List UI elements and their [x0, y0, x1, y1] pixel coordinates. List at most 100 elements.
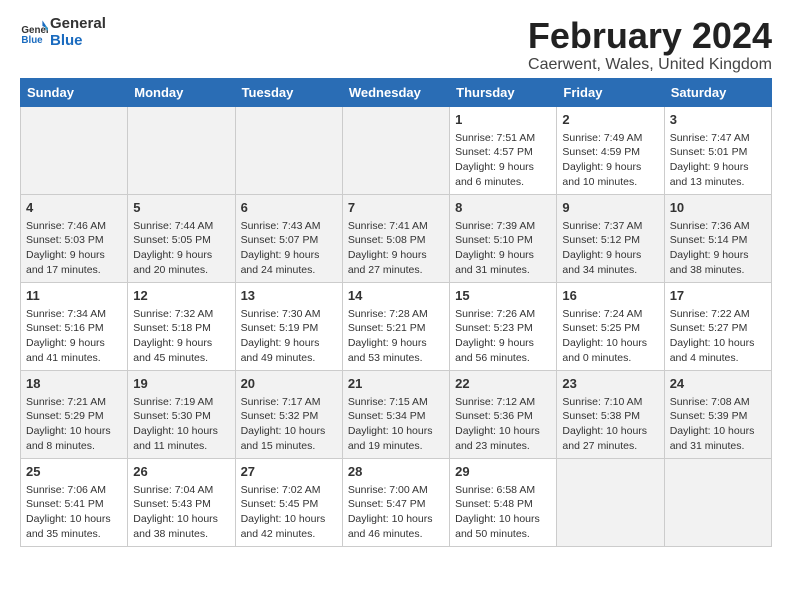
weekday-header-saturday: Saturday	[664, 78, 771, 106]
day-info: Sunset: 5:34 PM	[348, 409, 444, 424]
calendar-cell: 29Sunrise: 6:58 AMSunset: 5:48 PMDayligh…	[450, 458, 557, 546]
day-info: Sunset: 5:14 PM	[670, 233, 766, 248]
day-info: Sunrise: 7:51 AM	[455, 131, 551, 146]
day-info: Sunset: 5:07 PM	[241, 233, 337, 248]
svg-text:Blue: Blue	[21, 34, 43, 45]
day-info: and 41 minutes.	[26, 351, 122, 366]
day-info: Daylight: 9 hours	[133, 336, 229, 351]
day-info: and 13 minutes.	[670, 175, 766, 190]
day-info: Sunrise: 7:08 AM	[670, 395, 766, 410]
day-info: Sunrise: 7:17 AM	[241, 395, 337, 410]
weekday-header-thursday: Thursday	[450, 78, 557, 106]
calendar-cell: 27Sunrise: 7:02 AMSunset: 5:45 PMDayligh…	[235, 458, 342, 546]
day-number: 24	[670, 375, 766, 393]
page-title: February 2024	[528, 16, 772, 56]
day-number: 7	[348, 199, 444, 217]
day-number: 23	[562, 375, 658, 393]
calendar-week-2: 4Sunrise: 7:46 AMSunset: 5:03 PMDaylight…	[21, 194, 772, 282]
day-info: Daylight: 9 hours	[241, 336, 337, 351]
day-info: Sunrise: 7:34 AM	[26, 307, 122, 322]
day-info: Sunset: 5:30 PM	[133, 409, 229, 424]
day-info: Daylight: 10 hours	[670, 424, 766, 439]
day-info: and 15 minutes.	[241, 439, 337, 454]
day-info: Sunset: 5:29 PM	[26, 409, 122, 424]
day-number: 2	[562, 111, 658, 129]
day-info: Sunrise: 7:12 AM	[455, 395, 551, 410]
calendar-week-1: 1Sunrise: 7:51 AMSunset: 4:57 PMDaylight…	[21, 106, 772, 194]
day-info: Sunrise: 7:19 AM	[133, 395, 229, 410]
day-info: Sunset: 5:19 PM	[241, 321, 337, 336]
day-info: Daylight: 10 hours	[348, 424, 444, 439]
day-info: Daylight: 10 hours	[241, 424, 337, 439]
calendar-cell: 3Sunrise: 7:47 AMSunset: 5:01 PMDaylight…	[664, 106, 771, 194]
day-info: Daylight: 10 hours	[562, 336, 658, 351]
day-info: Sunset: 5:01 PM	[670, 145, 766, 160]
day-info: Sunset: 5:45 PM	[241, 497, 337, 512]
day-info: Sunset: 5:41 PM	[26, 497, 122, 512]
day-info: Sunrise: 7:22 AM	[670, 307, 766, 322]
day-info: Sunset: 5:27 PM	[670, 321, 766, 336]
calendar-cell: 7Sunrise: 7:41 AMSunset: 5:08 PMDaylight…	[342, 194, 449, 282]
calendar-cell: 24 Sunrise: 7:08 AMSunset: 5:39 PMDayligh…	[664, 370, 771, 458]
day-info: Daylight: 9 hours	[455, 160, 551, 175]
day-info: Daylight: 9 hours	[562, 248, 658, 263]
calendar-cell: 12Sunrise: 7:32 AMSunset: 5:18 PMDayligh…	[128, 282, 235, 370]
calendar-cell: 11Sunrise: 7:34 AMSunset: 5:16 PMDayligh…	[21, 282, 128, 370]
day-number: 1	[455, 111, 551, 129]
day-info: Daylight: 10 hours	[455, 512, 551, 527]
day-info: and 35 minutes.	[26, 527, 122, 542]
calendar-cell: 26Sunrise: 7:04 AMSunset: 5:43 PMDayligh…	[128, 458, 235, 546]
day-info: Sunset: 5:38 PM	[562, 409, 658, 424]
day-info: Daylight: 9 hours	[562, 160, 658, 175]
day-info: Sunrise: 7:24 AM	[562, 307, 658, 322]
calendar-cell	[342, 106, 449, 194]
day-info: and 31 minutes.	[455, 263, 551, 278]
day-info: and 50 minutes.	[455, 527, 551, 542]
day-info: and 8 minutes.	[26, 439, 122, 454]
day-number: 15	[455, 287, 551, 305]
day-number: 8	[455, 199, 551, 217]
day-info: Sunset: 5:25 PM	[562, 321, 658, 336]
calendar-cell: 23Sunrise: 7:10 AMSunset: 5:38 PMDayligh…	[557, 370, 664, 458]
day-info: Sunrise: 7:06 AM	[26, 483, 122, 498]
day-info: Sunrise: 7:26 AM	[455, 307, 551, 322]
day-info: and 10 minutes.	[562, 175, 658, 190]
day-info: Daylight: 9 hours	[133, 248, 229, 263]
day-info: and 56 minutes.	[455, 351, 551, 366]
day-number: 4	[26, 199, 122, 217]
day-number: 18	[26, 375, 122, 393]
weekday-header-friday: Friday	[557, 78, 664, 106]
day-number: 12	[133, 287, 229, 305]
day-info: Sunset: 5:08 PM	[348, 233, 444, 248]
day-info: and 23 minutes.	[455, 439, 551, 454]
page: General Blue General Blue February 2024 …	[0, 0, 792, 563]
day-info: and 19 minutes.	[348, 439, 444, 454]
day-info: Sunrise: 7:32 AM	[133, 307, 229, 322]
calendar-cell: 16Sunrise: 7:24 AMSunset: 5:25 PMDayligh…	[557, 282, 664, 370]
calendar-cell: 10Sunrise: 7:36 AMSunset: 5:14 PMDayligh…	[664, 194, 771, 282]
day-info: Sunset: 5:03 PM	[26, 233, 122, 248]
day-number: 25	[26, 463, 122, 481]
day-info: Sunrise: 7:15 AM	[348, 395, 444, 410]
day-info: Daylight: 9 hours	[670, 248, 766, 263]
day-info: Sunset: 5:23 PM	[455, 321, 551, 336]
day-info: and 0 minutes.	[562, 351, 658, 366]
day-info: Daylight: 9 hours	[241, 248, 337, 263]
day-info: Sunrise: 7:44 AM	[133, 219, 229, 234]
calendar-cell	[557, 458, 664, 546]
day-info: Sunset: 5:43 PM	[133, 497, 229, 512]
day-info: Daylight: 10 hours	[133, 424, 229, 439]
day-info: Sunrise: 7:47 AM	[670, 131, 766, 146]
day-info: and 46 minutes.	[348, 527, 444, 542]
day-number: 6	[241, 199, 337, 217]
logo-blue: Blue	[50, 33, 106, 50]
day-info: Sunrise: 6:58 AM	[455, 483, 551, 498]
day-info: Daylight: 10 hours	[26, 424, 122, 439]
day-info: Daylight: 9 hours	[26, 248, 122, 263]
calendar-cell: 20Sunrise: 7:17 AMSunset: 5:32 PMDayligh…	[235, 370, 342, 458]
day-number: 28	[348, 463, 444, 481]
day-info: Sunset: 5:12 PM	[562, 233, 658, 248]
day-info: Daylight: 9 hours	[348, 248, 444, 263]
day-number: 20	[241, 375, 337, 393]
day-info: Sunset: 5:39 PM	[670, 409, 766, 424]
